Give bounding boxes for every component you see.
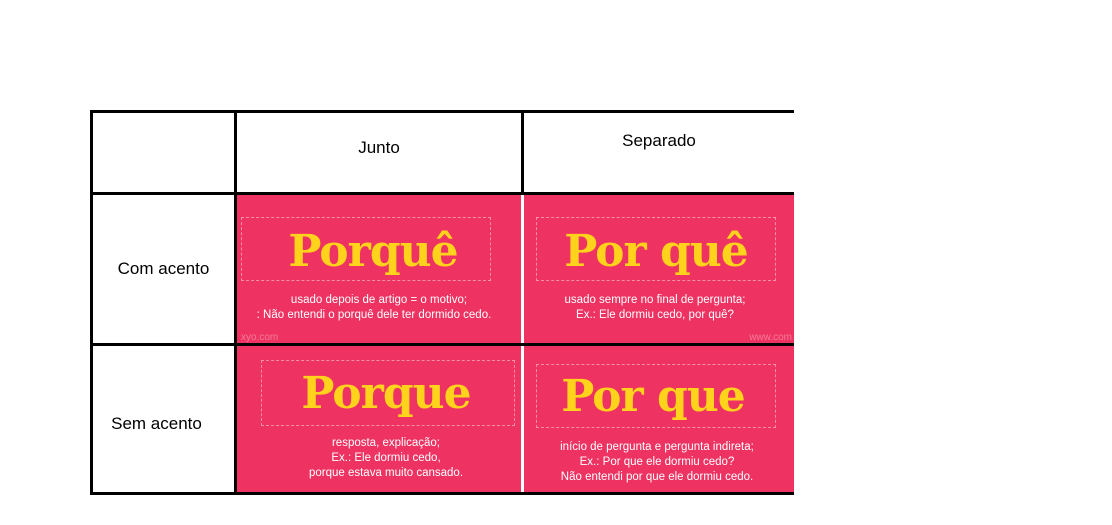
porque-table: Junto Separado Com acento Porquê usado d… [90, 110, 794, 495]
card-line: início de pergunta e pergunta indireta; [560, 441, 754, 453]
card-word: Por quê [564, 226, 749, 277]
corner-cell [93, 113, 234, 192]
card-line: Ex.: Por que ele dormiu cedo? [579, 456, 735, 468]
card-por-que-sem-separado: Por que início de pergunta e pergunta in… [524, 346, 794, 492]
card-line: porque estava muito cansado. [308, 467, 464, 479]
card-description: início de pergunta e pergunta indireta; … [524, 440, 794, 485]
card-line: Ex.: Ele dormiu cedo, [331, 452, 441, 464]
card-word: Por que [561, 371, 746, 422]
column-header-junto: Junto [237, 113, 521, 192]
card-porque-acento-junto: Porquê usado depois de artigo = o motivo… [237, 195, 521, 343]
card-description: usado sempre no final de pergunta; Ex.: … [524, 293, 794, 323]
row-header-com-acento: Com acento [93, 195, 234, 343]
row-header-label: Sem acento [111, 414, 202, 433]
card-line: usado depois de artigo = o motivo; [290, 294, 468, 306]
card-word: Porque [301, 368, 471, 419]
column-header-label: Separado [622, 131, 696, 150]
watermark: xyo.com [241, 332, 279, 343]
card-line: resposta, explicação; [331, 437, 441, 449]
page: Junto Separado Com acento Porquê usado d… [0, 0, 1112, 525]
card-description: usado depois de artigo = o motivo; : Não… [237, 293, 521, 323]
column-header-separado: Separado [524, 113, 794, 192]
watermark: www.com [749, 332, 792, 343]
card-word: Porquê [288, 226, 458, 277]
card-line: usado sempre no final de pergunta; [564, 294, 746, 306]
card-description: resposta, explicação; Ex.: Ele dormiu ce… [251, 436, 521, 481]
card-line: Não entendi por que ele dormiu cedo. [560, 471, 754, 483]
row-header-sem-acento: Sem acento [93, 346, 234, 492]
card-por-que-acento-separado: Por quê usado sempre no final de pergunt… [524, 195, 794, 343]
column-header-label: Junto [358, 138, 400, 157]
card-line: : Não entendi o porquê dele ter dormido … [256, 309, 492, 321]
card-porque-sem-junto: Porque resposta, explicação; Ex.: Ele do… [237, 346, 521, 492]
row-header-label: Com acento [117, 259, 210, 278]
card-line: Ex.: Ele dormiu cedo, por quê? [576, 309, 734, 321]
